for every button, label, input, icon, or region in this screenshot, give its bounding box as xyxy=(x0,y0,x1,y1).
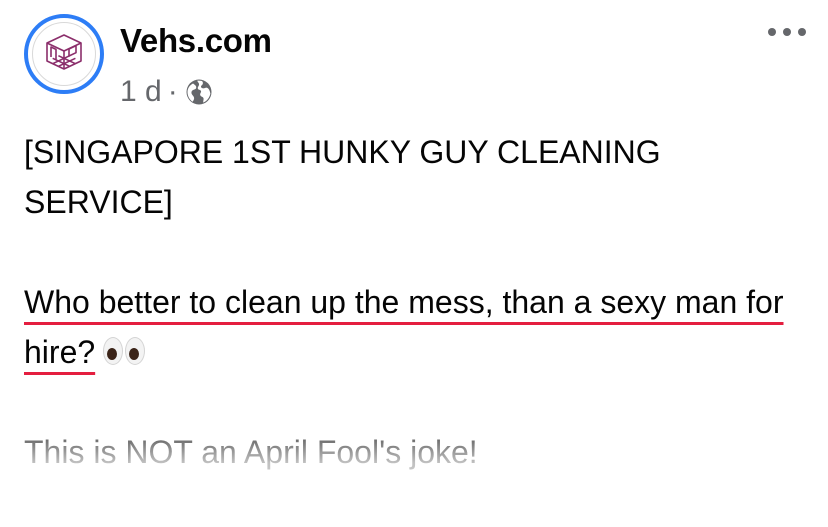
post-disclaimer: This is NOT an April Fool's joke! xyxy=(24,434,478,470)
more-options-button[interactable] xyxy=(768,22,806,42)
page-name-link[interactable]: Vehs.com xyxy=(120,22,272,60)
post-meta: 1 d · xyxy=(120,73,214,111)
more-options-dot xyxy=(798,28,806,36)
post-question: Who better to clean up the mess, than a … xyxy=(24,277,804,377)
meta-separator: · xyxy=(167,75,178,108)
post-timestamp[interactable]: 1 d xyxy=(120,75,162,109)
globe-icon[interactable] xyxy=(184,77,214,107)
post-text: [SINGAPORE 1ST HUNKY GUY CLEANING SERVIC… xyxy=(24,127,804,477)
isometric-room-logo-icon xyxy=(46,34,82,70)
page-avatar[interactable] xyxy=(24,14,104,94)
facebook-post: Vehs.com 1 d · [SINGAPORE 1ST HUNKY GUY … xyxy=(0,0,828,527)
post-headline: [SINGAPORE 1ST HUNKY GUY CLEANING SERVIC… xyxy=(24,134,661,220)
avatar-logo xyxy=(32,22,96,86)
more-options-dot xyxy=(783,28,791,36)
more-options-icon xyxy=(768,28,776,36)
eyes-emoji-icon xyxy=(103,337,146,365)
